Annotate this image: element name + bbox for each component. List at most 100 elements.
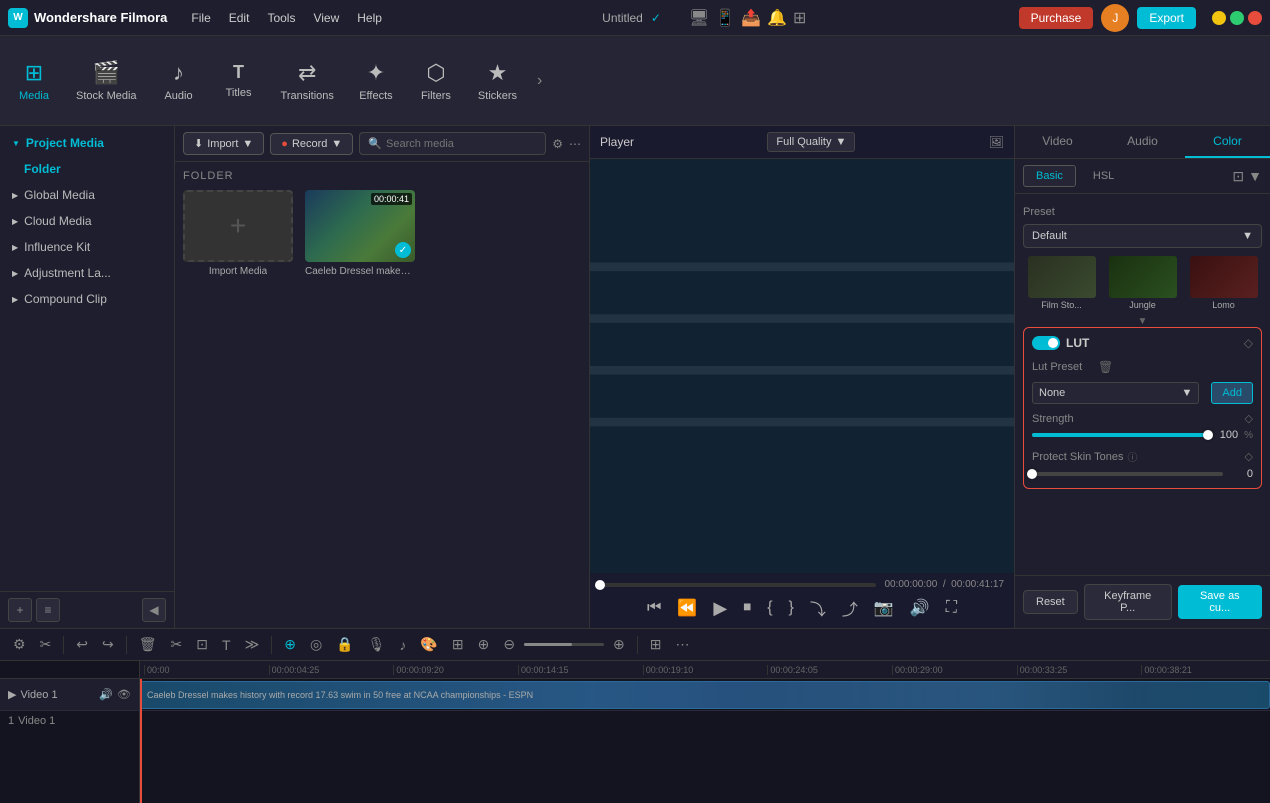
tl-mic-button[interactable]: 🎙 — [363, 633, 391, 656]
search-box[interactable]: 🔍 — [359, 132, 546, 155]
skin-thumb[interactable] — [1027, 469, 1037, 479]
menu-tools[interactable]: Tools — [259, 8, 303, 28]
phone-icon[interactable]: 📱 — [715, 8, 735, 28]
tl-minus-zoom-button[interactable]: ⊖ — [498, 633, 520, 656]
sidebar-item-influence-kit[interactable]: ▶ Influence Kit — [0, 234, 174, 260]
preset-item-lomo[interactable]: Lomo — [1185, 256, 1262, 310]
tl-cut-button[interactable]: ✂ — [35, 633, 57, 656]
tl-more2-button[interactable]: ⋯ — [671, 633, 695, 656]
skin-tones-info-icon[interactable]: ⓘ — [1128, 449, 1138, 464]
purchase-button[interactable]: Purchase — [1019, 7, 1094, 29]
share-icon[interactable]: 📤 — [741, 8, 761, 28]
toolbar-item-filters[interactable]: ⬡ Filters — [406, 52, 466, 110]
mark-out-button[interactable]: } — [785, 597, 798, 619]
media-item-video[interactable]: 00:00:41 ✓ Caeleb Dressel makes ... — [305, 190, 415, 277]
preset-expand-icon[interactable]: ▼ — [1023, 316, 1262, 327]
toolbar-item-stickers[interactable]: ★ Stickers — [466, 52, 529, 110]
menu-help[interactable]: Help — [349, 8, 390, 28]
track-vol-icon[interactable]: 🔊 — [99, 688, 113, 701]
video-clip[interactable]: Caeleb Dressel makes history with record… — [140, 681, 1270, 709]
toolbar-item-transitions[interactable]: ⇄ Transitions — [269, 52, 346, 110]
lut-toggle[interactable] — [1032, 336, 1060, 350]
tl-settings-button[interactable]: ⚙ — [8, 633, 31, 656]
track-eye-icon[interactable]: 👁 — [117, 688, 131, 701]
lut-settings-icon[interactable]: ◇ — [1244, 336, 1253, 350]
tl-undo-button[interactable]: ↩ — [71, 633, 93, 656]
skin-tones-diamond-icon[interactable]: ◇ — [1245, 450, 1253, 463]
image-icon[interactable]: 🖼 — [989, 135, 1004, 149]
import-button[interactable]: ⬇ Import ▼ — [183, 132, 264, 155]
skin-track[interactable] — [1032, 472, 1223, 476]
strength-thumb[interactable] — [1203, 430, 1213, 440]
subtab-more-icon[interactable]: ▼ — [1248, 168, 1262, 185]
tl-crop-button[interactable]: ⊡ — [191, 633, 213, 656]
volume-button[interactable]: 🔊 — [906, 596, 934, 620]
toolbar-item-titles[interactable]: T Titles — [209, 54, 269, 107]
tl-color-button[interactable]: 🎨 — [415, 633, 442, 656]
tab-video[interactable]: Video — [1015, 126, 1100, 158]
menu-view[interactable]: View — [305, 8, 347, 28]
frame-back-button[interactable]: ⏪ — [673, 596, 701, 620]
record-button[interactable]: ● Record ▼ — [270, 133, 353, 155]
sidebar-item-adjustment[interactable]: ▶ Adjustment La... — [0, 260, 174, 286]
tl-redo-button[interactable]: ↪ — [97, 633, 119, 656]
strength-track[interactable] — [1032, 433, 1208, 437]
minimize-button[interactable] — [1212, 11, 1226, 25]
keyframe-button[interactable]: Keyframe P... — [1084, 584, 1172, 620]
sidebar-item-folder[interactable]: Folder — [0, 156, 174, 182]
preset-select[interactable]: Default ▼ — [1023, 224, 1262, 248]
lut-delete-icon[interactable]: 🗑 — [1098, 360, 1113, 374]
strength-diamond-icon[interactable]: ◇ — [1245, 412, 1253, 425]
close-button[interactable] — [1248, 11, 1262, 25]
tl-text-button[interactable]: T — [217, 634, 236, 656]
progress-bar[interactable] — [600, 583, 876, 587]
quality-button[interactable]: Full Quality ▼ — [767, 132, 855, 152]
toolbar-item-stock-media[interactable]: 🎬 Stock Media — [64, 52, 149, 110]
toolbar-item-media[interactable]: ⊞ Media — [4, 52, 64, 110]
play-button[interactable]: ▶ — [709, 596, 731, 621]
tl-more-button[interactable]: ≫ — [240, 633, 265, 656]
new-folder-button[interactable]: + — [8, 598, 32, 622]
search-input[interactable] — [386, 138, 537, 150]
subtab-basic[interactable]: Basic — [1023, 165, 1076, 187]
more-options-icon[interactable]: ⋯ — [569, 137, 581, 151]
maximize-button[interactable] — [1230, 11, 1244, 25]
volume-slider[interactable] — [524, 643, 604, 646]
mark-in-button[interactable]: { — [763, 597, 776, 619]
tab-audio[interactable]: Audio — [1100, 126, 1185, 158]
collapse-panel-button[interactable]: ◀ — [142, 598, 166, 622]
playhead[interactable] — [140, 679, 142, 803]
toolbar-item-effects[interactable]: ✦ Effects — [346, 52, 406, 110]
tab-color[interactable]: Color — [1185, 126, 1270, 158]
sidebar-item-project-media[interactable]: ▼ Project Media — [0, 130, 174, 156]
lut-add-button[interactable]: Add — [1211, 382, 1253, 404]
list-view-button[interactable]: ≡ — [36, 598, 60, 622]
monitor-icon[interactable]: 🖥 — [689, 8, 709, 28]
export-button[interactable]: Export — [1137, 7, 1196, 29]
compare-icon[interactable]: ⊡ — [1232, 168, 1244, 185]
menu-edit[interactable]: Edit — [221, 8, 258, 28]
append-button[interactable]: ⤴ — [838, 594, 862, 622]
subtab-hsl[interactable]: HSL — [1080, 165, 1127, 187]
tl-music-button[interactable]: ♪ — [394, 634, 411, 656]
user-avatar[interactable]: J — [1101, 4, 1129, 32]
grid-icon[interactable]: ⊞ — [793, 8, 806, 28]
bell-icon[interactable]: 🔔 — [767, 8, 787, 28]
snapshot-button[interactable]: 📷 — [870, 596, 898, 620]
sidebar-item-global-media[interactable]: ▶ Global Media — [0, 182, 174, 208]
skip-back-button[interactable]: ⏮ — [643, 597, 665, 619]
tl-motion-button[interactable]: ◎ — [305, 633, 327, 656]
tl-delete-button[interactable]: 🗑 — [134, 633, 162, 656]
filter-icon[interactable]: ⚙ — [552, 137, 563, 151]
toolbar-more-button[interactable]: › — [529, 64, 550, 98]
preset-item-jungle[interactable]: Jungle — [1104, 256, 1181, 310]
reset-button[interactable]: Reset — [1023, 590, 1078, 614]
tl-zoom-button[interactable]: ⊕ — [473, 633, 495, 656]
media-item-import[interactable]: + Import Media — [183, 190, 293, 277]
toolbar-item-audio[interactable]: ♪ Audio — [149, 52, 209, 110]
tl-plus-zoom-button[interactable]: ⊕ — [608, 633, 630, 656]
tl-grid-button[interactable]: ⊞ — [645, 633, 667, 656]
sidebar-item-cloud-media[interactable]: ▶ Cloud Media — [0, 208, 174, 234]
tl-pip-button[interactable]: ⊞ — [447, 633, 469, 656]
tl-split-button[interactable]: ✂ — [166, 633, 188, 656]
